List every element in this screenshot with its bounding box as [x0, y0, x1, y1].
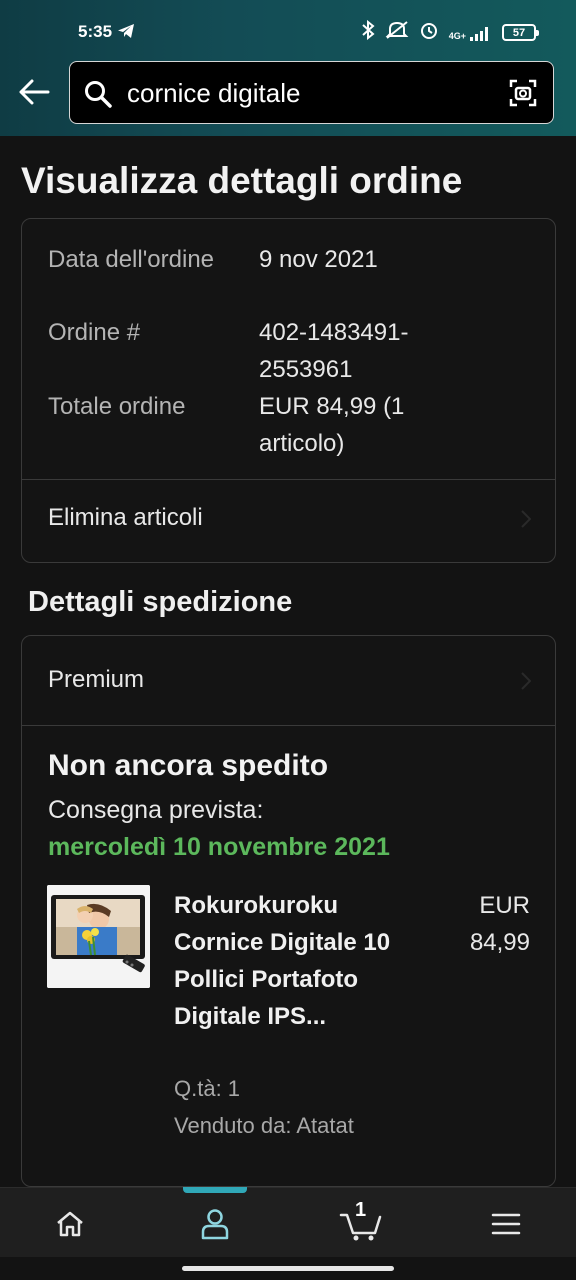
order-date-value: 9 nov 2021 — [259, 246, 378, 273]
telegram-icon — [117, 23, 135, 44]
delete-items-label: Elimina articoli — [48, 504, 203, 531]
nav-account[interactable] — [193, 1202, 237, 1246]
network-type: 4G+ — [448, 30, 466, 41]
search-input[interactable]: cornice digitale — [69, 61, 554, 124]
nav-home[interactable] — [48, 1202, 92, 1246]
order-total-label: Totale ordine — [48, 393, 186, 420]
shipment-status: Non ancora spedito — [48, 749, 329, 782]
shipping-method-row[interactable]: Premium — [22, 636, 555, 725]
delivery-estimate-label: Consegna prevista: — [48, 796, 264, 824]
chevron-right-icon — [521, 510, 532, 533]
bottom-nav: 1 — [0, 1187, 576, 1257]
order-number-value: 402-1483491-2553961 — [259, 319, 409, 383]
order-total-value: EUR 84,99 (1 articolo) — [259, 393, 405, 457]
battery-icon: 57 — [502, 24, 539, 41]
bluetooth-icon — [361, 19, 375, 45]
top-bar: 5:35 4G+ 57 cornice digitale — [0, 0, 576, 136]
shipping-card: Premium Non ancora spedito Consegna prev… — [21, 635, 556, 1187]
nav-cart[interactable]: 1 — [336, 1199, 386, 1246]
shipping-method: Premium — [48, 666, 145, 693]
page-title: Visualizza dettagli ordine — [21, 160, 463, 201]
active-tab-indicator — [183, 1187, 247, 1193]
mute-icon — [385, 20, 409, 45]
order-summary-card: Data dell'ordine 9 nov 2021 Ordine # 402… — [21, 218, 556, 563]
account-icon — [201, 1209, 229, 1240]
shipping-section-title: Dettagli spedizione — [28, 586, 293, 618]
camera-scan-icon[interactable] — [509, 79, 537, 112]
back-button[interactable] — [14, 72, 54, 112]
delivery-estimate-date: mercoledì 10 novembre 2021 — [48, 833, 390, 861]
battery-level: 57 — [512, 26, 526, 39]
chevron-right-icon — [521, 672, 532, 695]
home-gesture-handle[interactable] — [182, 1266, 394, 1271]
order-date-label: Data dell'ordine — [48, 246, 215, 273]
order-number-label: Ordine # — [48, 319, 141, 346]
product-image[interactable] — [47, 885, 150, 988]
search-icon — [84, 80, 112, 113]
signal-icon: 4G+ — [449, 25, 492, 41]
arrow-left-icon — [19, 79, 50, 105]
gesture-bar — [0, 1257, 576, 1280]
product-title-link[interactable]: Rokurokuroku Cornice Digitale 10 Pollici… — [174, 887, 404, 1035]
status-time: 5:35 — [78, 22, 113, 41]
menu-icon — [491, 1213, 521, 1235]
product-seller: Venduto da: Atatat — [174, 1113, 354, 1138]
status-icons: 4G+ 57 — [361, 19, 539, 45]
home-icon — [57, 1211, 83, 1237]
divider — [22, 725, 555, 726]
delete-items-row[interactable]: Elimina articoli — [22, 480, 555, 562]
alarm-icon — [419, 20, 439, 45]
product-price: EUR 84,99 — [469, 892, 530, 956]
nav-menu[interactable] — [484, 1202, 528, 1246]
status-bar: 5:35 4G+ 57 — [0, 0, 576, 64]
search-query[interactable]: cornice digitale — [127, 78, 300, 109]
cart-count-badge: 1 — [355, 1199, 367, 1221]
product-quantity: Q.tà: 1 — [174, 1076, 241, 1101]
